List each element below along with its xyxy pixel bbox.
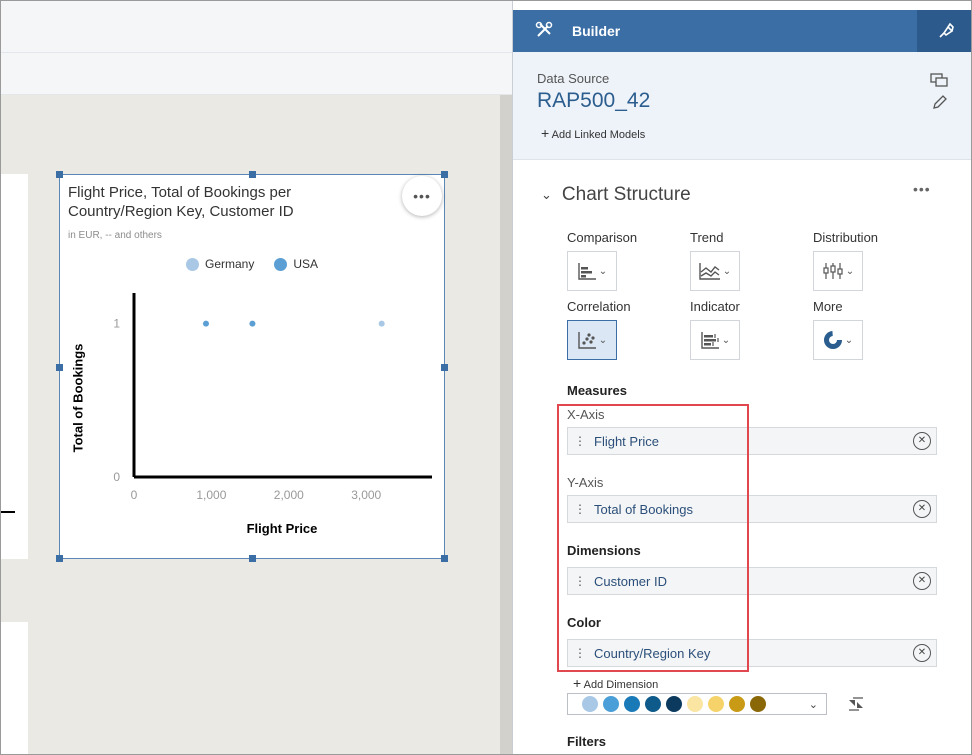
builder-panel: Builder Data Source RAP500_42 + Add Link…	[512, 1, 971, 754]
chart-type-label: Indicator	[690, 299, 740, 314]
scatter-plot: 0 1,000 2,000 3,000 0 1	[113, 293, 432, 502]
chevron-down-icon: ⌄	[721, 334, 731, 346]
chart-type-label: More	[813, 299, 843, 314]
data-source-section: Data Source RAP500_42 + Add Linked Model…	[513, 52, 971, 160]
palette-swatch	[645, 696, 661, 712]
palette-swatch	[729, 696, 745, 712]
correlation-picker-button[interactable]: ⌄	[567, 320, 617, 360]
plus-icon: +	[573, 675, 582, 691]
chevron-down-icon: ⌄	[598, 334, 608, 346]
palette-swatch	[708, 696, 724, 712]
palette-swatch	[624, 696, 640, 712]
chart-type-indicator: Indicator ⌄	[690, 299, 740, 360]
plus-icon: +	[541, 125, 550, 141]
builder-title: Builder	[572, 23, 621, 39]
donut-chart-icon	[823, 331, 842, 349]
app-window: Flight Price, Total of Bookings per Coun…	[0, 0, 972, 755]
indicator-picker-button[interactable]: ⌄	[690, 320, 740, 360]
x-tick-label: 1,000	[196, 488, 226, 502]
designer-brush-icon	[938, 22, 954, 38]
palette-swatch	[750, 696, 766, 712]
tools-icon	[535, 21, 553, 37]
x-tick-label: 3,000	[351, 488, 381, 502]
distribution-picker-button[interactable]: ⌄	[813, 251, 863, 291]
chart-type-label: Comparison	[567, 230, 638, 245]
canvas-scrollbar[interactable]	[500, 95, 512, 754]
x-axis-title: Flight Price	[246, 521, 318, 536]
bullet-chart-icon	[701, 332, 719, 349]
color-palette-dropdown[interactable]: ⌄	[567, 693, 827, 715]
x-tick-label: 0	[131, 488, 138, 502]
comparison-picker-button[interactable]: ⌄	[567, 251, 617, 291]
builder-header: Builder	[513, 10, 971, 52]
chart-structure-title: Chart Structure	[561, 184, 691, 205]
remove-icon[interactable]: ✕	[913, 500, 931, 518]
chart-type-trend: Trend ⌄	[690, 230, 740, 291]
chevron-down-icon: ⌄	[845, 265, 855, 277]
remove-icon[interactable]: ✕	[913, 572, 931, 590]
top-toolbar	[1, 1, 512, 53]
remove-icon[interactable]: ✕	[913, 432, 931, 450]
chart-type-label: Distribution	[813, 230, 879, 245]
axis-tick	[1, 511, 15, 513]
neighbor-widget-lower[interactable]	[1, 622, 28, 754]
x-tick-label: 2,000	[274, 488, 304, 502]
trend-picker-button[interactable]: ⌄	[690, 251, 740, 291]
chart-type-more: More ⌄	[813, 299, 863, 360]
y-axis-title: Total of Bookings	[70, 343, 86, 453]
scatter-chart-icon	[578, 332, 596, 349]
palette-swatch	[687, 696, 703, 712]
data-point	[249, 320, 256, 327]
y-tick-label: 1	[113, 317, 120, 331]
boxplot-icon	[823, 263, 843, 279]
neighbor-widget[interactable]	[1, 174, 28, 559]
edit-pencil-icon[interactable]	[932, 94, 948, 110]
secondary-toolbar	[1, 53, 512, 95]
data-point	[378, 320, 385, 327]
chart-structure-more-icon[interactable]: •••	[913, 181, 931, 197]
highlight-box	[557, 404, 749, 672]
chevron-down-icon: ⌄	[722, 265, 732, 277]
data-source-name[interactable]: RAP500_42	[537, 89, 650, 113]
designer-tab-button[interactable]	[917, 10, 971, 52]
data-point	[202, 320, 209, 327]
y-tick-label: 0	[113, 470, 120, 484]
copy-model-icon[interactable]	[930, 72, 948, 88]
chart-type-correlation: Correlation ⌄	[567, 299, 631, 360]
remove-icon[interactable]: ✕	[913, 644, 931, 662]
chart-widget[interactable]: Flight Price, Total of Bookings per Coun…	[56, 171, 448, 562]
chart-type-label: Trend	[690, 230, 724, 245]
chart-type-distribution: Distribution ⌄	[813, 230, 878, 291]
chart-type-comparison: Comparison ⌄	[567, 230, 637, 291]
palette-swatch	[603, 696, 619, 712]
add-linked-models-label: Add Linked Models	[551, 129, 646, 141]
chevron-down-icon: ⌄	[808, 698, 818, 711]
add-linked-models-link[interactable]: + Add Linked Models	[541, 125, 645, 141]
more-picker-button[interactable]: ⌄	[813, 320, 863, 360]
add-dimension-label: Add Dimension	[583, 679, 659, 691]
add-dimension-link[interactable]: + Add Dimension	[573, 675, 658, 691]
chart-type-label: Correlation	[567, 299, 631, 314]
measures-heading: Measures	[567, 383, 627, 398]
filters-heading: Filters	[567, 734, 607, 749]
palette-swap-icon[interactable]	[847, 696, 865, 712]
bar-chart-icon	[578, 263, 596, 280]
palette-swatch	[582, 696, 598, 712]
chevron-down-icon: ⌄	[541, 187, 552, 202]
area-chart-icon	[699, 263, 720, 280]
chevron-down-icon: ⌄	[844, 334, 854, 346]
chart-structure-header[interactable]: ⌄ Chart Structure	[541, 184, 691, 206]
data-source-label: Data Source	[537, 71, 610, 86]
chevron-down-icon: ⌄	[598, 265, 608, 277]
palette-swatch	[666, 696, 682, 712]
